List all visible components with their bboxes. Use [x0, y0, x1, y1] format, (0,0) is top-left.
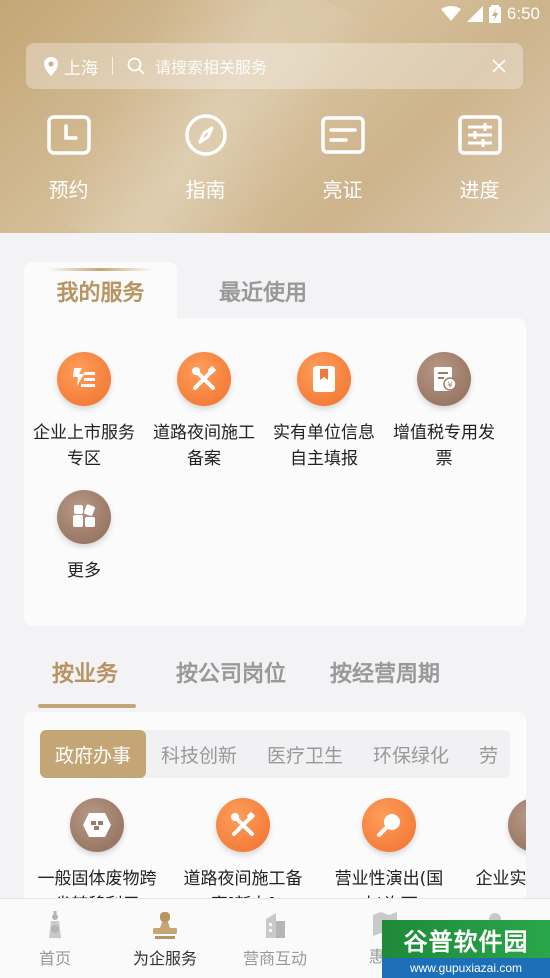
building-icon	[266, 913, 285, 938]
search-bar[interactable]: 上海 请搜索相关服务	[26, 43, 523, 89]
service-item[interactable]: 实有单位信息自主填报	[264, 352, 384, 490]
business-item[interactable]: 企业实习工作时	[462, 798, 526, 912]
city-selector[interactable]: 上海	[44, 54, 98, 79]
document-icon	[508, 798, 526, 852]
watermark-url: www.gupuxiazai.com	[382, 958, 550, 978]
business-card: 政府办事 科技创新 医疗卫生 环保绿化 劳 一般固体废物跨省转移利用 道路夜间施…	[24, 712, 526, 912]
service-label: 企业上市服务专区	[33, 423, 135, 469]
svg-text:¥: ¥	[447, 381, 452, 390]
service-label: 更多	[67, 561, 101, 581]
stock-listing-icon	[57, 352, 111, 406]
service-label: 增值税专用发票	[393, 423, 495, 469]
quick-action-label: 指南	[185, 178, 226, 202]
license-card-icon	[318, 110, 368, 160]
quick-action-guide[interactable]: 指南	[137, 110, 274, 203]
active-tab-indicator	[48, 268, 153, 271]
nav-label: 首页	[38, 949, 71, 968]
status-bar: 6:50	[0, 0, 550, 30]
city-label: 上海	[64, 58, 98, 79]
wifi-icon	[440, 6, 461, 21]
quick-action-label: 进度	[459, 178, 500, 202]
tab-label: 按业务	[52, 662, 119, 687]
close-icon[interactable]	[491, 58, 507, 74]
chip-labor[interactable]: 劳	[464, 730, 510, 778]
chip-tech[interactable]: 科技创新	[146, 730, 252, 778]
business-item[interactable]: 营业性演出(国内)许可	[316, 798, 462, 912]
tools-icon	[216, 798, 270, 852]
tab-my-services[interactable]: 我的服务	[24, 262, 177, 320]
quick-action-progress[interactable]: 进度	[411, 110, 548, 203]
search-icon	[127, 57, 145, 75]
active-tab-underline	[38, 704, 136, 708]
service-item[interactable]: 企业上市服务专区	[24, 352, 144, 490]
quick-action-license[interactable]: 亮证	[274, 110, 411, 203]
stamp-icon	[153, 912, 177, 939]
chip-medical[interactable]: 医疗卫生	[252, 730, 358, 778]
nav-label: 为企服务	[132, 949, 197, 968]
appointment-icon	[44, 110, 94, 160]
tab-by-business[interactable]: 按业务	[38, 656, 136, 708]
tools-icon	[177, 352, 231, 406]
compass-icon	[181, 110, 231, 160]
header: 6:50 上海 请搜索相关服务 预约 指南 亮证 进度	[0, 0, 550, 233]
tab-label: 我的服务	[56, 281, 145, 306]
service-tabs: 我的服务 最近使用	[24, 262, 526, 320]
quick-action-label: 亮证	[322, 178, 363, 202]
signal-icon	[466, 6, 483, 22]
my-services-card: 企业上市服务专区 道路夜间施工备案 实有单位信息自主填报 ¥ 增值税专用发票 更…	[24, 318, 526, 626]
chip-environment[interactable]: 环保绿化	[358, 730, 464, 778]
battery-icon	[488, 5, 501, 23]
search-divider	[112, 57, 113, 75]
search-input[interactable]: 请搜索相关服务	[155, 54, 491, 78]
nav-label: 营商互动	[242, 949, 307, 968]
service-item-more[interactable]: 更多	[24, 490, 144, 628]
nav-home[interactable]: 首页	[0, 899, 110, 978]
service-label: 实有单位信息自主填报	[273, 423, 375, 469]
service-item[interactable]: 道路夜间施工备案	[144, 352, 264, 490]
business-item[interactable]: 一般固体废物跨省转移利用	[24, 798, 170, 912]
quick-action-label: 预约	[48, 178, 89, 202]
watermark-title: 谷普软件园	[382, 920, 550, 958]
watermark-logo: 谷普软件园 www.gupuxiazai.com	[382, 920, 550, 978]
business-item[interactable]: 道路夜间施工备案[新办]	[170, 798, 316, 912]
tab-label: 最近使用	[219, 281, 308, 306]
nav-enterprise-service[interactable]: 为企服务	[110, 899, 220, 978]
category-tabs: 按业务 按公司岗位 按经营周期	[38, 656, 484, 708]
microphone-icon	[362, 798, 416, 852]
bookmark-icon	[297, 352, 351, 406]
progress-icon	[455, 110, 505, 160]
chip-government[interactable]: 政府办事	[40, 730, 147, 778]
tab-recent[interactable]: 最近使用	[219, 262, 307, 320]
tab-label: 按公司岗位	[176, 662, 287, 687]
quick-action-appointment[interactable]: 预约	[0, 110, 137, 203]
clock-time: 6:50	[506, 4, 540, 23]
tab-by-position[interactable]: 按公司岗位	[176, 656, 286, 688]
quick-actions: 预约 指南 亮证 进度	[0, 110, 550, 203]
location-pin-icon	[44, 56, 58, 76]
waste-icon	[70, 798, 124, 852]
service-label: 道路夜间施工备案	[153, 423, 255, 469]
tab-by-cycle[interactable]: 按经营周期	[330, 656, 440, 688]
tab-label: 按经营周期	[330, 662, 441, 687]
invoice-icon: ¥	[417, 352, 471, 406]
more-grid-icon	[57, 490, 111, 544]
nav-interaction[interactable]: 营商互动	[220, 899, 330, 978]
home-tower-icon	[49, 911, 61, 938]
business-chips: 政府办事 科技创新 医疗卫生 环保绿化 劳	[40, 730, 510, 778]
service-item[interactable]: ¥ 增值税专用发票	[384, 352, 504, 490]
